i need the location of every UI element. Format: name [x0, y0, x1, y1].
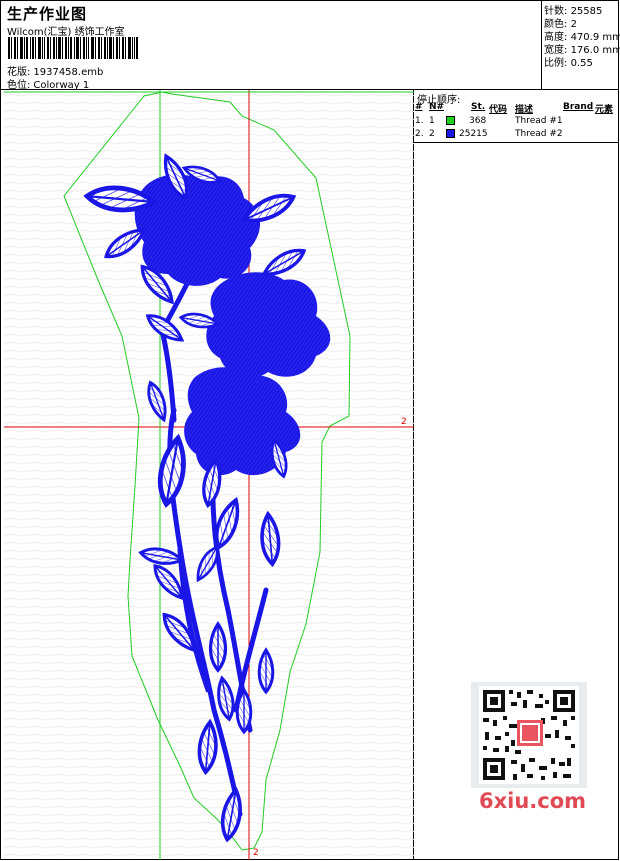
table-divider: [413, 142, 619, 143]
stat-row: 颜色: 2: [544, 19, 577, 30]
table-row: 1. 1 368 Thread #1: [415, 116, 563, 126]
watermark-logo: 6xiu.com: [479, 789, 587, 813]
axis-marker-bottom: 2: [253, 848, 259, 858]
axis-marker-right: 2: [401, 417, 407, 427]
col-header-code: 代码: [489, 105, 508, 115]
leaf-shape: [257, 648, 275, 694]
leaf-shape: [208, 622, 228, 672]
qr-code-watermark: [471, 682, 587, 788]
thread-color-swatch: [446, 116, 455, 125]
col-header-element: 元素: [595, 105, 614, 115]
table-row: 2. 2 25215 Thread #2: [415, 129, 563, 139]
stat-row: 比例: 0.55: [544, 58, 593, 69]
production-worksheet: 生产作业图 Wilcom(汇宝) 绣饰工作室 花版: 1937458.emb 色位…: [0, 0, 620, 860]
stat-row: 宽度: 176.0 mm: [544, 45, 620, 56]
qr-code-icon: [479, 686, 579, 784]
col-header-desc: 描述: [515, 105, 534, 115]
design-stats: 针数: 25585 颜色: 2 高度: 470.9 mm 宽度: 176.0 m…: [544, 5, 620, 70]
stats-divider: [541, 1, 542, 89]
barcode-image: [8, 37, 138, 59]
col-header-num: #: [415, 102, 423, 112]
page-title: 生产作业图: [7, 5, 88, 23]
stat-row: 高度: 470.9 mm: [544, 32, 620, 43]
leaf-shape: [235, 688, 253, 734]
col-header-brand: Brand: [563, 102, 594, 112]
thread-color-swatch: [446, 129, 455, 138]
stat-row: 针数: 25585: [544, 6, 603, 17]
studio-name: Wilcom(汇宝) 绣饰工作室: [7, 27, 125, 38]
col-header-no: N#: [429, 102, 445, 112]
embroidery-preview: [4, 90, 414, 860]
col-header-st: St.: [471, 102, 486, 112]
